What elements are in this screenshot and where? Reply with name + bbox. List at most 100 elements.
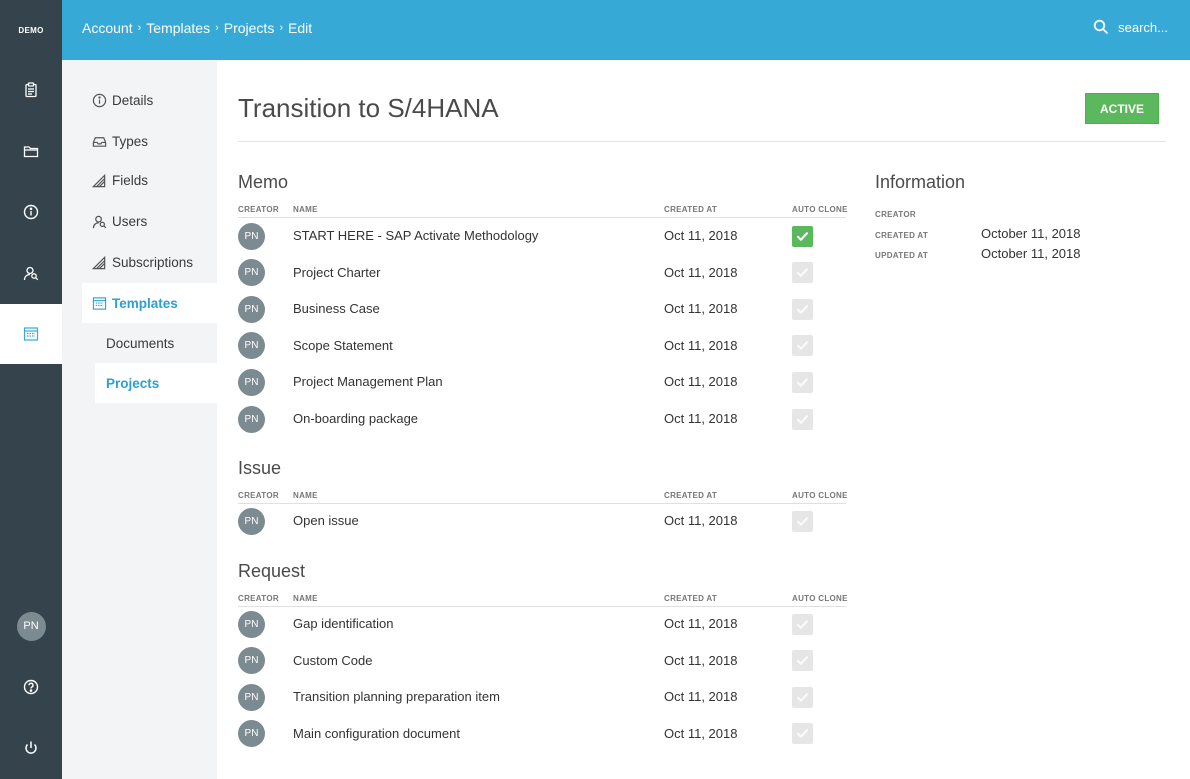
avatar: PN [238, 610, 265, 638]
info-nav-button[interactable] [0, 182, 62, 242]
template-grid-icon [23, 327, 39, 341]
template-grid-icon [92, 296, 107, 310]
breadcrumb: Account › Templates › Projects › Edit [82, 20, 312, 36]
help-icon [23, 679, 39, 695]
avatar: PN [16, 611, 46, 641]
row-name-link[interactable]: On-boarding package [293, 411, 418, 426]
subnav-item-label: Types [112, 133, 149, 149]
avatar: PN [238, 647, 265, 675]
auto-clone-checkbox[interactable] [792, 298, 813, 320]
top-bar: Account › Templates › Projects › Edit se… [62, 0, 1190, 60]
subnav-item-templates[interactable]: Templates [82, 283, 217, 323]
row-name-link[interactable]: Open issue [293, 513, 359, 528]
chevron-right-icon: › [215, 22, 219, 34]
folder-nav-button[interactable] [0, 121, 62, 181]
row-created-at: Oct 11, 2018 [664, 725, 738, 741]
app-logo[interactable]: DEMO [0, 0, 62, 60]
clipboard-icon [25, 82, 37, 98]
auto-clone-checkbox[interactable] [792, 225, 813, 247]
checkmark-icon [796, 619, 809, 629]
user-search-icon [92, 215, 107, 228]
row-name-link[interactable]: Business Case [293, 301, 380, 316]
row-created-at: Oct 11, 2018 [664, 652, 738, 668]
pencil-ruler-icon [92, 173, 106, 187]
auto-clone-checkbox[interactable] [792, 335, 813, 357]
subnav-item-label: Fields [112, 172, 149, 188]
user-search-nav-button[interactable] [0, 243, 62, 303]
templates-nav-button[interactable] [0, 304, 62, 364]
row-name-link[interactable]: Project Management Plan [293, 374, 443, 389]
row-name-link[interactable]: Gap identification [293, 616, 393, 631]
checkmark-icon [796, 231, 809, 241]
checkmark-icon [796, 729, 809, 739]
power-icon [25, 741, 37, 754]
column-header-created-at: CREATED AT [664, 594, 718, 603]
auto-clone-checkbox[interactable] [792, 650, 813, 672]
row-name-link[interactable]: START HERE - SAP Activate Methodology [293, 228, 538, 243]
row-name-link[interactable]: Scope Statement [293, 338, 393, 353]
subnav-item-label: Details [112, 92, 154, 108]
avatar: PN [238, 507, 265, 535]
search-input[interactable]: search... [1118, 20, 1168, 35]
pencil-ruler-icon [92, 255, 106, 269]
row-created-at: Oct 11, 2018 [664, 337, 738, 353]
divider [238, 217, 846, 218]
auto-clone-checkbox[interactable] [792, 371, 813, 393]
row-name-link[interactable]: Custom Code [293, 653, 372, 668]
subnav-item-details[interactable]: Details [62, 80, 217, 120]
subnav-item-fields[interactable]: Fields [62, 160, 217, 200]
auto-clone-checkbox[interactable] [792, 686, 813, 708]
breadcrumb-account[interactable]: Account [82, 20, 133, 36]
subnav-item-users[interactable]: Users [62, 201, 217, 241]
auto-clone-checkbox[interactable] [792, 723, 813, 745]
chevron-right-icon: › [279, 22, 283, 34]
subnav-item-types[interactable]: Types [62, 121, 217, 161]
settings-subnav: Details Types Fields Users Subscriptions… [62, 60, 217, 779]
avatar: PN [238, 720, 265, 748]
row-name-link[interactable]: Transition planning preparation item [293, 689, 500, 704]
subnav-child-documents[interactable]: Documents [95, 323, 217, 363]
logout-button[interactable] [0, 718, 62, 778]
user-avatar-button[interactable]: PN [0, 596, 62, 656]
subnav-child-projects[interactable]: Projects [95, 363, 217, 403]
row-name-link[interactable]: Project Charter [293, 265, 380, 280]
status-toggle-button[interactable]: ACTIVE [1085, 93, 1159, 124]
avatar: PN [238, 259, 265, 287]
clipboard-nav-button[interactable] [0, 60, 62, 120]
info-updated-value: October 11, 2018 [981, 246, 1081, 261]
chevron-right-icon: › [137, 22, 142, 34]
auto-clone-checkbox[interactable] [792, 613, 813, 635]
row-created-at: Oct 11, 2018 [664, 264, 738, 280]
row-name-link[interactable]: Main configuration document [293, 726, 460, 741]
column-header-name: NAME [293, 491, 318, 500]
search-box[interactable]: search... [1093, 19, 1168, 35]
auto-clone-checkbox[interactable] [792, 262, 813, 284]
divider [238, 141, 1166, 142]
subnav-item-subscriptions[interactable]: Subscriptions [62, 242, 217, 282]
row-created-at: Oct 11, 2018 [664, 374, 738, 390]
left-rail: DEMO PN [0, 0, 62, 779]
row-created-at: Oct 11, 2018 [664, 411, 738, 426]
inbox-icon [92, 136, 107, 147]
avatar: PN [238, 368, 265, 396]
breadcrumb-projects[interactable]: Projects [224, 20, 275, 36]
subnav-item-label: Subscriptions [112, 254, 194, 270]
section-title-issue: Issue [238, 458, 282, 478]
subnav-item-label: Users [112, 213, 148, 229]
page-title: Transition to S/4HANA [238, 93, 499, 123]
search-icon [1093, 19, 1109, 35]
avatar: PN [238, 295, 265, 323]
avatar: PN [238, 332, 265, 360]
info-created-value: October 11, 2018 [981, 226, 1081, 241]
column-header-creator: CREATOR [238, 205, 279, 214]
auto-clone-checkbox[interactable] [792, 510, 813, 532]
help-button[interactable] [0, 657, 62, 717]
auto-clone-checkbox[interactable] [792, 408, 813, 430]
info-creator-label: CREATOR [875, 210, 916, 219]
checkmark-icon [796, 414, 809, 424]
breadcrumb-templates[interactable]: Templates [146, 20, 210, 36]
info-created-label: CREATED AT [875, 231, 929, 240]
user-search-icon [23, 266, 39, 281]
checkmark-icon [796, 692, 809, 702]
divider [238, 606, 846, 607]
